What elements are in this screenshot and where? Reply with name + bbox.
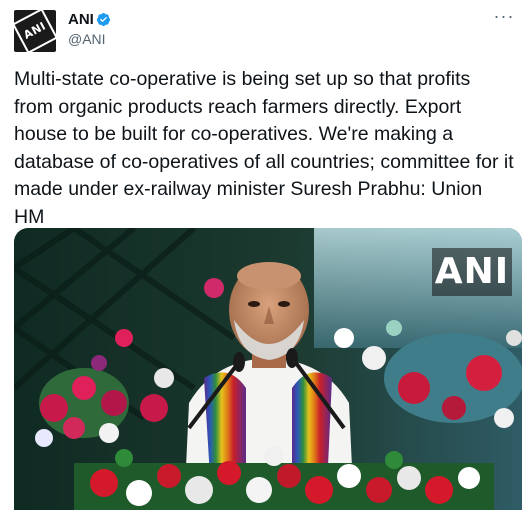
author-name[interactable]: ANI — [68, 11, 94, 28]
more-options-icon[interactable]: ··· — [492, 7, 516, 28]
verified-badge-icon — [96, 12, 111, 27]
author-handle[interactable]: @ANI — [68, 31, 106, 47]
avatar-logo: ANI — [14, 10, 56, 52]
tweet-text: Multi-state co-operative is being set up… — [14, 68, 514, 228]
avatar[interactable]: ANI — [14, 10, 56, 52]
tweet-card: ANI ANI @ANI ··· Multi-state co-operativ… — [0, 0, 525, 510]
media-watermark: ANI — [432, 248, 512, 296]
avatar-logo-text: ANI — [21, 19, 49, 42]
